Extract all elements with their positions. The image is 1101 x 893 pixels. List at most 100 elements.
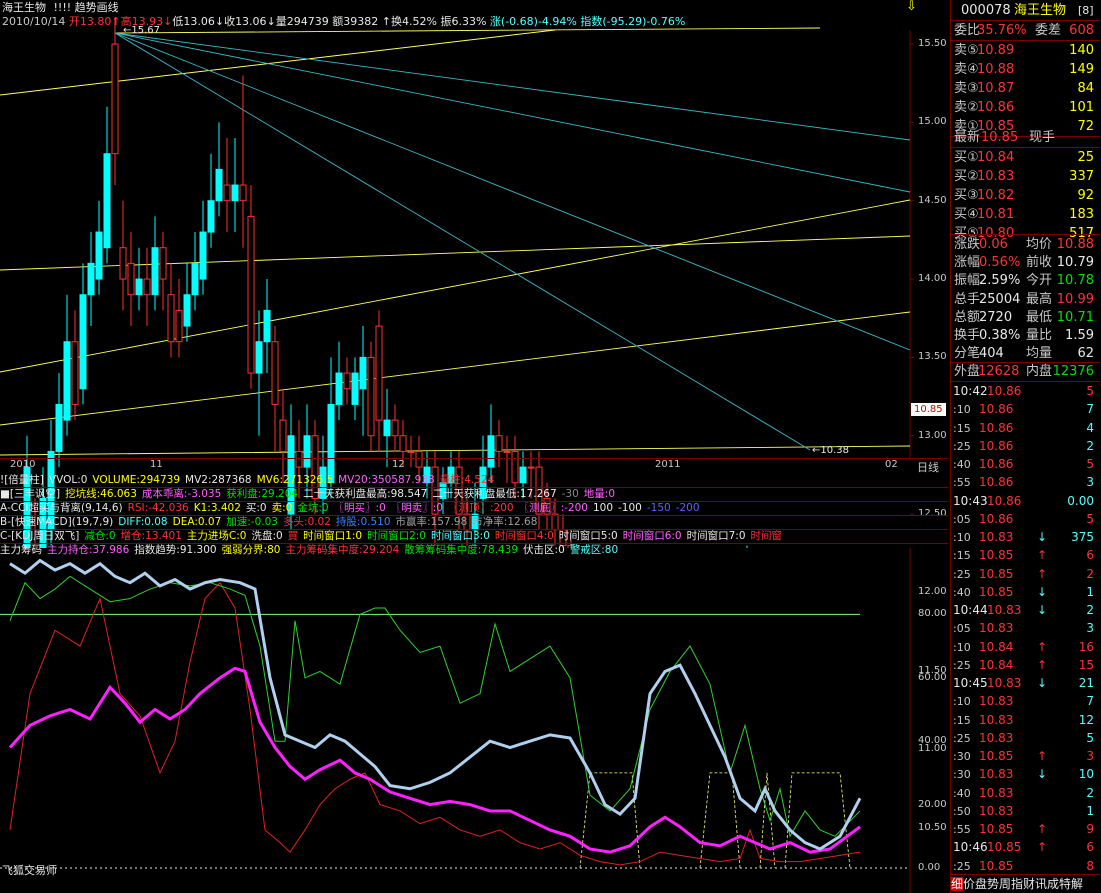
stat-label: 今开: [1026, 273, 1053, 289]
indicator-marks: !!!!: [53, 1, 72, 14]
tick-row: :50 10.83 1: [951, 802, 1100, 822]
indicator-chart[interactable]: [0, 548, 948, 893]
macd-prefix[interactable]: B-[快速MACD](19,7,9): [0, 516, 113, 528]
tick-volume: 6: [1086, 840, 1094, 855]
bid-row[interactable]: 买② 10.83 337: [951, 167, 1100, 186]
tick-price: 10.85: [979, 566, 1014, 581]
wakeng: 挖坑线:46.063: [65, 488, 137, 500]
tick-volume: 5: [1086, 384, 1094, 398]
last-price: 10.85: [981, 130, 1019, 145]
stat-label: 总额: [954, 309, 981, 325]
time-window-marker: [784, 772, 851, 869]
tick-volume: 5: [1086, 457, 1094, 471]
up-arrow-icon: ↑: [1037, 548, 1048, 563]
bid-row[interactable]: 买① 10.84 25: [951, 148, 1100, 167]
time-window-marker: [759, 772, 776, 869]
chart-tool-label[interactable]: 趋势画线: [75, 1, 119, 14]
tick-row: :15 10.86 4: [951, 419, 1100, 439]
down-arrow-icon: ↓: [1037, 603, 1048, 617]
candle-body: [383, 419, 391, 437]
sell: 卖:0: [271, 502, 293, 514]
ask-row-volume: 140: [1069, 43, 1094, 58]
bottom-tab-labels[interactable]: 价盘势周指财讯成特解: [963, 877, 1083, 891]
tick-row: :25 10.83 5: [951, 729, 1100, 749]
cedi: 〖测底〗:-200: [518, 502, 588, 514]
vol-prefix[interactable]: ![倍量柱]: [0, 474, 44, 486]
bid-row-price: 10.82: [977, 188, 1015, 203]
candle-body: [191, 262, 199, 296]
turnover-label: 换: [391, 15, 402, 28]
last-row: 最新 10.85 现手: [951, 128, 1100, 147]
mingmai2: 〖明卖〗:0: [390, 502, 443, 514]
tick-time: :25: [953, 658, 971, 672]
tick-volume: 15: [1078, 657, 1094, 672]
tick-volume: 1: [1086, 584, 1094, 599]
volume-value: 294739: [286, 15, 329, 28]
period-button[interactable]: 日线: [917, 459, 939, 475]
stock-name: 海王生物: [1014, 3, 1067, 18]
low-price-mark: ←10.38: [812, 445, 849, 456]
bid-row[interactable]: 买③ 10.82 92: [951, 186, 1100, 205]
tick-time: :40: [953, 458, 971, 471]
ask-row[interactable]: 卖④ 10.88 149: [951, 60, 1100, 79]
candle-body: [503, 450, 511, 453]
trend-line: [0, 445, 911, 456]
tick-time: :30: [953, 768, 971, 782]
tick-time: :25: [953, 859, 971, 873]
ask-row[interactable]: 卖② 10.86 101: [951, 98, 1100, 117]
stat-label: 总手: [954, 291, 981, 307]
k1: K1:3.402: [193, 502, 241, 514]
indicator-tick-label: 20.00: [918, 798, 947, 810]
tick-price: 10.86: [979, 438, 1014, 453]
stat-value: 0.56%: [979, 255, 1021, 271]
tick-volume: 1: [1086, 803, 1094, 818]
stat-label: 涨幅: [954, 255, 981, 271]
tick-row: :30 10.85 ↑ 3: [951, 747, 1100, 767]
stat-row: 换手 0.38% 量比 1.59: [951, 326, 1100, 345]
ask-row[interactable]: 卖⑤ 10.89 140: [951, 41, 1100, 60]
candle-body: [335, 372, 343, 405]
candle-body: [263, 309, 271, 343]
bottom-tabs[interactable]: 细价盘势周指财讯成特解: [951, 874, 1100, 893]
ask-row[interactable]: 卖③ 10.87 84: [951, 79, 1100, 98]
jiasu: 加速:-0.03: [226, 516, 278, 528]
low-label: 低: [172, 15, 184, 28]
tick-time: 10:45: [953, 676, 988, 690]
ask-row-volume: 149: [1069, 62, 1094, 77]
candle-body: [207, 200, 215, 233]
tick-volume: 6: [1086, 548, 1094, 563]
stat-label: 振幅: [954, 273, 981, 289]
trend-line: [0, 311, 911, 426]
sanfeng-prefix[interactable]: ■[三丰讽空]: [0, 488, 60, 500]
tick-time: :05: [953, 512, 971, 526]
tab-active-marker[interactable]: 细: [951, 877, 964, 891]
tick-row: 10:46 10.85 ↑ 6: [951, 838, 1100, 858]
tick-time: 10:44: [953, 603, 988, 617]
down-arrow-icon: ↓: [1037, 767, 1048, 782]
tick-volume: 3: [1086, 749, 1094, 763]
price-tick-label: 15.00: [918, 116, 947, 128]
stat-value: 2720: [979, 309, 1013, 325]
bid-row[interactable]: 买④ 10.81 183: [951, 205, 1100, 224]
candle-body: [63, 341, 71, 421]
price-tick-label: 15.50: [918, 38, 947, 49]
stat-value: 0.06: [979, 237, 1008, 252]
trend-line: [0, 29, 556, 96]
ask-row-price: 10.86: [977, 100, 1015, 115]
stat-value: 404: [979, 346, 1004, 362]
cci-prefix[interactable]: A-CCI超买与背离(9,14,6): [0, 502, 123, 514]
kdj-prefix[interactable]: C-[KDJ周日双飞]: [0, 530, 79, 542]
stat-value: 10.88: [1056, 237, 1094, 252]
vvol: VVOL:0: [48, 474, 88, 486]
pin-icon[interactable]: ⇩: [906, 0, 917, 14]
candle-body: [215, 168, 223, 202]
outer-inner-row: 外盘 12628 内盘 12376: [951, 362, 1100, 381]
dea: DEA:0.07: [172, 516, 222, 528]
tick-row: :10 10.86 7: [951, 400, 1100, 420]
tick-time: :55: [953, 823, 971, 836]
amplitude-label: 振: [440, 15, 452, 28]
bid-row-volume: 337: [1069, 169, 1094, 184]
brand-label: 飞狐交易师: [2, 864, 57, 877]
min20: 二十天获利盘最低:17.267: [432, 488, 557, 500]
candle-body: [231, 184, 239, 202]
